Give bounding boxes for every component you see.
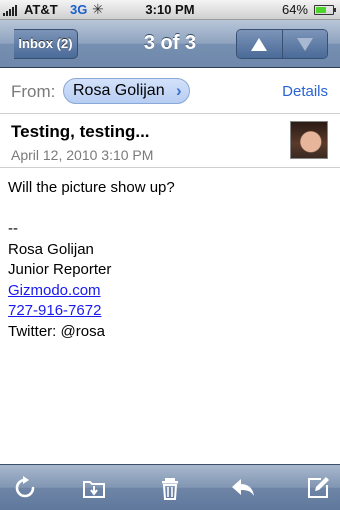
delete-button[interactable] <box>157 475 183 501</box>
body-line: Gizmodo.com <box>8 281 328 302</box>
reply-button[interactable] <box>230 475 256 501</box>
battery-level <box>316 7 327 13</box>
body-line: -- <box>8 220 18 237</box>
refresh-icon <box>15 476 35 498</box>
body-link[interactable]: 727-916-7672 <box>8 302 101 319</box>
compose-button[interactable] <box>305 475 331 501</box>
message-date: April 12, 2010 3:10 PM <box>11 147 154 163</box>
sender-avatar <box>290 121 328 159</box>
status-bar: AT&T 3G ✳ 3:10 PM 64% <box>0 0 340 20</box>
bottom-toolbar <box>0 464 340 510</box>
chevron-right-icon: › <box>175 81 182 100</box>
navigation-bar: Inbox (2) 3 of 3 <box>0 20 340 68</box>
compose-icon <box>308 477 329 498</box>
trash-icon <box>162 478 178 500</box>
down-arrow-icon <box>296 37 313 51</box>
sender-name: Rosa Golijan <box>73 82 165 99</box>
message-body: Will the picture show up? -- Rosa Golijan J… <box>8 178 328 342</box>
body-line: Rosa Golijan <box>8 240 94 258</box>
sender-chip[interactable]: Rosa Golijan › <box>63 78 190 104</box>
from-header: From: Rosa Golijan › Details <box>0 68 340 114</box>
move-button[interactable] <box>81 475 107 501</box>
body-line: Will the picture show up? <box>8 179 175 196</box>
refresh-button[interactable] <box>12 475 38 501</box>
body-line: Junior Reporter <box>8 261 112 278</box>
from-label: From: <box>11 82 56 101</box>
up-arrow-icon <box>251 37 268 51</box>
battery-icon <box>314 5 336 15</box>
body-link[interactable]: Gizmodo.com <box>8 282 101 299</box>
body-line: 727-916-7672 <box>8 301 328 322</box>
subject-header: Testing, testing... April 12, 2010 3:10 … <box>0 114 340 168</box>
next-message-button[interactable] <box>281 30 327 58</box>
message-subject: Testing, testing... <box>11 122 150 141</box>
back-button-label: Inbox (2) <box>18 36 73 51</box>
move-folder-icon <box>83 481 105 498</box>
message-nav-segmented-control <box>236 29 328 59</box>
body-line <box>8 199 328 220</box>
battery-percentage: 64% <box>281 2 308 17</box>
previous-message-button[interactable] <box>237 30 282 58</box>
reply-icon <box>232 479 254 496</box>
details-link[interactable]: Details <box>282 83 328 100</box>
body-line: Twitter: @rosa <box>8 322 105 340</box>
